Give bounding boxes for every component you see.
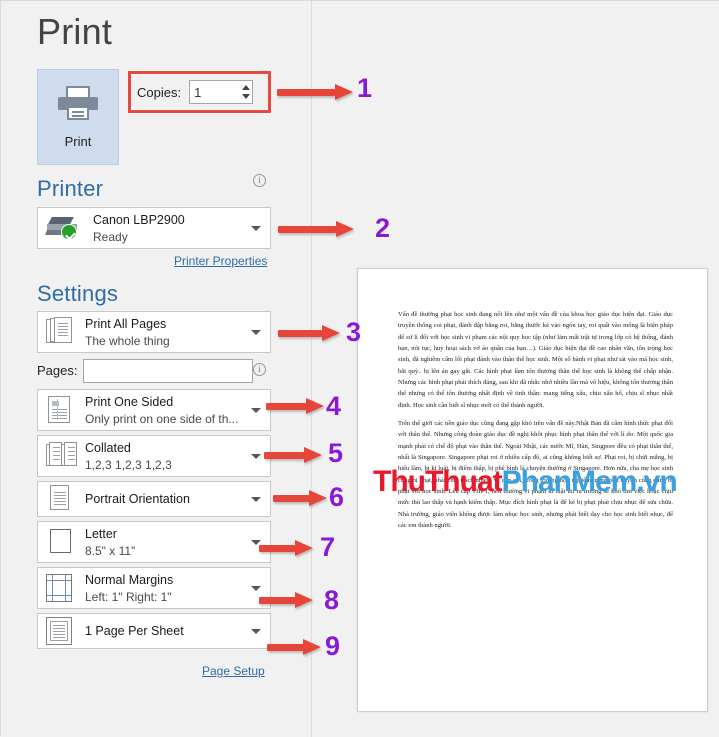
callout-number-7: 7: [320, 532, 336, 562]
copies-label: Copies:: [137, 84, 182, 100]
chevron-down-icon[interactable]: [251, 497, 261, 502]
portrait-icon: [46, 484, 76, 514]
printer-select[interactable]: Canon LBP2900 Ready: [37, 207, 271, 249]
callout-arrow-1: [277, 84, 355, 100]
margins-icon: [46, 574, 72, 602]
setting-orientation[interactable]: Portrait Orientation: [37, 481, 271, 517]
setting-title: Collated: [85, 440, 131, 455]
callout-number-1: 1: [357, 73, 373, 103]
page-title: Print: [37, 11, 113, 52]
print-settings-pane: Print Print Copies: Printer i: [1, 1, 312, 737]
callout-arrow-7: [259, 540, 313, 556]
pages-per-sheet-icon: [46, 617, 72, 645]
pages-input[interactable]: [83, 359, 253, 383]
setting-sub: 8.5" x 11": [85, 543, 136, 558]
watermark-part3: .vn: [636, 465, 677, 498]
chevron-down-icon[interactable]: [251, 226, 261, 231]
chevron-down-icon[interactable]: [251, 454, 261, 459]
pages-row: Pages:: [37, 359, 271, 383]
callout-arrow-4: [266, 398, 324, 414]
one-sided-icon: [46, 395, 76, 425]
collated-icon: [46, 442, 80, 470]
callout-number-5: 5: [328, 438, 344, 468]
print-backstage-window: Print Print Copies: Printer i: [0, 0, 719, 737]
check-icon: [61, 224, 77, 240]
settings-section-heading: Settings: [37, 281, 119, 306]
watermark-part1: ThuThuat: [373, 465, 503, 498]
setting-title: Print All Pages: [85, 316, 167, 331]
callout-arrow-5: [264, 447, 322, 463]
callout-number-6: 6: [329, 482, 345, 512]
setting-title: Letter: [85, 526, 117, 541]
setting-title: 1 Page Per Sheet: [85, 624, 184, 638]
document-paragraph: Vấn đề thưởng phạt học sinh đang nổi lên…: [398, 311, 673, 409]
stepper-down-icon[interactable]: [241, 94, 250, 99]
chevron-down-icon[interactable]: [251, 586, 261, 591]
callout-number-3: 3: [346, 317, 362, 347]
paper-size-icon: [46, 527, 76, 557]
printer-section-heading: Printer: [37, 176, 104, 201]
callout-number-4: 4: [326, 391, 342, 421]
setting-print-range[interactable]: Print All Pages The whole thing: [37, 311, 271, 353]
setting-sub: Only print on one side of th...: [85, 411, 239, 426]
printer-status: Ready: [93, 229, 128, 244]
pages-label: Pages:: [37, 363, 78, 378]
page-setup-link[interactable]: Page Setup: [202, 664, 265, 678]
watermark: ThuThuatPhanMem.vn: [373, 465, 693, 499]
copies-stepper[interactable]: [238, 80, 253, 104]
setting-sub: Left: 1" Right: 1": [85, 589, 172, 604]
setting-collation[interactable]: Collated 1,2,3 1,2,3 1,2,3: [37, 435, 271, 477]
setting-pages-per-sheet[interactable]: 1 Page Per Sheet: [37, 613, 271, 649]
callout-arrow-2: [278, 221, 356, 237]
watermark-part2: PhanMem: [501, 465, 638, 498]
stepper-up-icon[interactable]: [241, 85, 250, 90]
printer-properties-link[interactable]: Printer Properties: [174, 254, 267, 268]
copies-row: Copies:: [137, 79, 263, 105]
preview-page: Vấn đề thưởng phạt học sinh đang nổi lên…: [357, 268, 708, 712]
printer-status-icon: [45, 216, 80, 240]
printer-icon: [58, 85, 98, 120]
callout-number-9: 9: [325, 631, 341, 661]
callout-number-8: 8: [324, 585, 340, 615]
callout-arrow-3: [278, 325, 340, 341]
document-body: Vấn đề thưởng phạt học sinh đang nổi lên…: [398, 309, 673, 538]
setting-sides[interactable]: Print One Sided Only print on one side o…: [37, 389, 271, 431]
print-button-label: Print: [64, 133, 92, 149]
setting-title: Portrait Orientation: [85, 492, 190, 506]
chevron-down-icon[interactable]: [251, 408, 261, 413]
setting-title: Print One Sided: [85, 394, 174, 409]
setting-sub: The whole thing: [85, 333, 170, 348]
print-button[interactable]: Print: [37, 69, 119, 165]
chevron-down-icon[interactable]: [251, 629, 261, 634]
callout-arrow-9: [267, 639, 321, 655]
setting-margins[interactable]: Normal Margins Left: 1" Right: 1": [37, 567, 271, 609]
callout-number-2: 2: [375, 213, 391, 243]
setting-title: Normal Margins: [85, 572, 174, 587]
chevron-down-icon[interactable]: [251, 330, 261, 335]
print-preview-pane: Vấn đề thưởng phạt học sinh đang nổi lên…: [312, 1, 719, 737]
setting-sub: 1,2,3 1,2,3 1,2,3: [85, 457, 172, 472]
printer-name: Canon LBP2900: [93, 212, 185, 227]
pages-stack-icon: [46, 317, 76, 347]
callout-arrow-8: [259, 592, 313, 608]
pages-info-icon[interactable]: i: [253, 363, 266, 376]
printer-info-icon[interactable]: i: [253, 174, 266, 187]
callout-arrow-6: [273, 490, 327, 506]
setting-paper-size[interactable]: Letter 8.5" x 11": [37, 521, 271, 563]
